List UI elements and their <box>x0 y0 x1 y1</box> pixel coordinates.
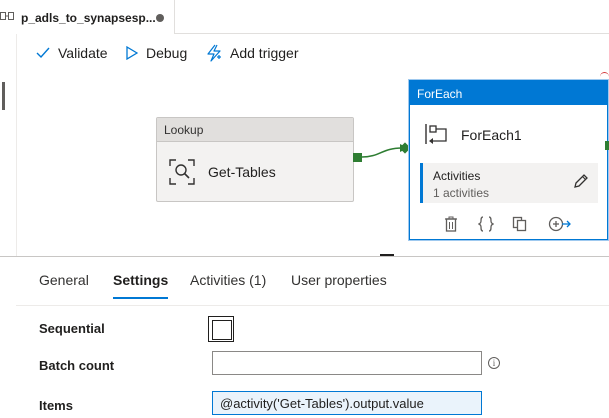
sequential-checkbox[interactable] <box>208 316 234 342</box>
unsaved-indicator-icon <box>156 14 164 22</box>
validate-label: Validate <box>58 45 108 61</box>
checkmark-icon <box>36 47 50 59</box>
foreach-activity[interactable]: ForEach ForEach1 Activities 1 activities <box>409 80 608 240</box>
lightning-icon <box>207 44 221 62</box>
activities-title: Activities <box>433 169 481 183</box>
debug-button[interactable]: Debug <box>126 42 187 64</box>
delete-icon[interactable] <box>444 216 458 237</box>
items-label: Items <box>39 398 73 413</box>
tab-activities[interactable]: Activities (1) <box>190 272 266 288</box>
code-icon[interactable] <box>477 216 495 237</box>
tab-general[interactable]: General <box>39 272 89 288</box>
tab-pipeline[interactable]: p_adls_to_synapsesp... <box>0 0 175 34</box>
gutter-marker <box>2 82 5 110</box>
foreach-output-port[interactable] <box>605 141 609 150</box>
activities-count: 1 activities <box>433 186 490 200</box>
debug-label: Debug <box>146 45 188 61</box>
edit-pencil-icon[interactable] <box>573 173 589 194</box>
tab-user-properties[interactable]: User properties <box>291 272 387 288</box>
foreach-action-bar <box>410 216 607 240</box>
sequential-label: Sequential <box>39 321 105 336</box>
batch-count-input[interactable] <box>212 351 482 375</box>
pipeline-editor: p_adls_to_synapsesp... Validate Debug Ad… <box>0 0 609 418</box>
play-icon <box>126 46 138 60</box>
lookup-icon <box>169 159 195 190</box>
add-trigger-label: Add trigger <box>230 45 299 61</box>
add-trigger-button[interactable]: Add trigger <box>206 42 298 64</box>
batch-count-label: Batch count <box>39 358 115 373</box>
lookup-body: Get-Tables <box>157 142 353 202</box>
foreach-activities-box[interactable]: Activities 1 activities <box>420 163 598 203</box>
foreach-type-label: ForEach <box>410 81 607 105</box>
foreach-icon <box>424 123 448 150</box>
copy-icon[interactable] <box>512 216 528 237</box>
lookup-activity[interactable]: Lookup Get-Tables <box>156 117 354 202</box>
left-gutter <box>0 34 17 256</box>
foreach-name: ForEach1 <box>461 127 522 143</box>
tab-title: p_adls_to_synapsesp... <box>21 11 156 25</box>
tab-settings[interactable]: Settings <box>113 272 169 299</box>
pipeline-icon <box>0 11 14 24</box>
add-output-icon[interactable] <box>548 216 572 237</box>
lookup-name: Get-Tables <box>208 164 276 180</box>
error-indicator <box>600 72 609 77</box>
validate-button[interactable]: Validate <box>36 42 108 64</box>
items-expression-input[interactable] <box>212 391 482 415</box>
properties-panel: General Settings Activities (1) User pro… <box>0 256 609 418</box>
tab-strip: p_adls_to_synapsesp... <box>0 0 609 34</box>
lookup-type-label: Lookup <box>157 118 353 142</box>
pipeline-toolbar: Validate Debug Add trigger <box>18 36 609 70</box>
properties-tabs: General Settings Activities (1) User pro… <box>0 257 609 305</box>
info-icon[interactable]: i <box>488 357 500 369</box>
